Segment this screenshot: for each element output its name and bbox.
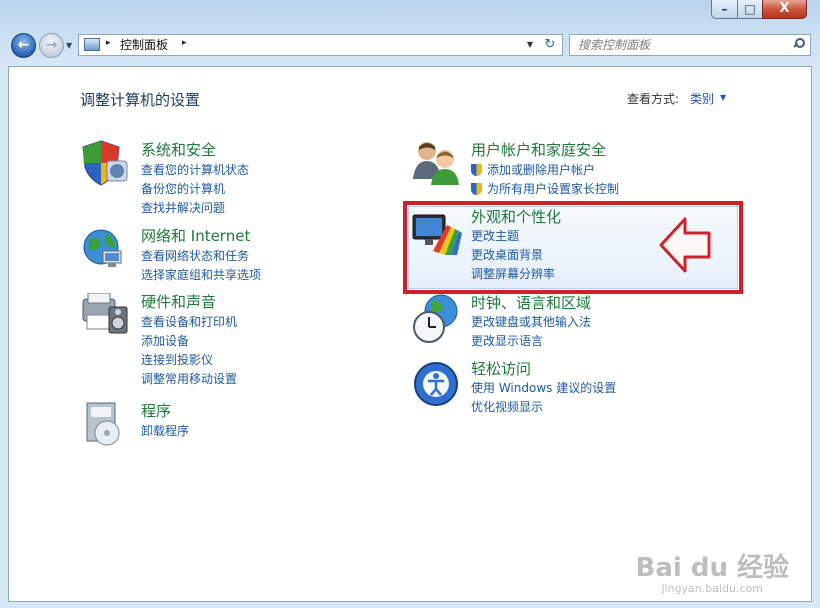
forward-button[interactable]: → bbox=[39, 33, 64, 58]
search-input[interactable]: 搜索控制面板 bbox=[578, 37, 650, 54]
address-bar[interactable]: ▸ 控制面板 ▸ ▼ bbox=[78, 34, 539, 56]
printer-speaker-icon bbox=[82, 293, 128, 334]
address-history-dropdown-icon[interactable]: ▼ bbox=[527, 40, 533, 49]
link-devices-printers[interactable]: 查看设备和打印机 bbox=[141, 314, 237, 330]
search-box[interactable]: 搜索控制面板 bbox=[569, 34, 811, 56]
users-icon bbox=[413, 142, 459, 185]
breadcrumb-control-panel[interactable]: 控制面板 bbox=[120, 37, 168, 54]
forward-arrow-icon: → bbox=[45, 37, 58, 53]
back-button[interactable]: ← bbox=[11, 33, 36, 58]
watermark-logo-text: Bai du 经验 bbox=[635, 553, 790, 583]
control-panel-small-icon bbox=[84, 38, 100, 51]
programs-icon bbox=[86, 402, 120, 446]
uac-shield-icon bbox=[471, 164, 482, 176]
clock-globe-icon bbox=[413, 294, 458, 343]
watermark-url: jingyan.baidu.com bbox=[661, 582, 763, 595]
category-title-programs[interactable]: 程序 bbox=[141, 402, 171, 421]
link-uninstall-program[interactable]: 卸载程序 bbox=[141, 423, 189, 439]
refresh-icon: ↻ bbox=[544, 37, 556, 52]
link-windows-recommended-settings[interactable]: 使用 Windows 建议的设置 bbox=[471, 380, 616, 396]
link-optimize-visual-display[interactable]: 优化视频显示 bbox=[471, 399, 543, 415]
link-homegroup-sharing[interactable]: 选择家庭组和共享选项 bbox=[141, 267, 261, 283]
category-title-clock-language[interactable]: 时钟、语言和区域 bbox=[471, 294, 591, 313]
content-pane: 调整计算机的设置 查看方式: 类别 ▼ 系统和安全 查看您的计算机状态 备份您的… bbox=[8, 66, 812, 602]
network-globe-icon bbox=[83, 229, 122, 267]
category-title-user-accounts[interactable]: 用户帐户和家庭安全 bbox=[471, 141, 606, 160]
back-arrow-icon: ← bbox=[17, 37, 30, 53]
red-arrow-annotation-icon bbox=[659, 217, 711, 273]
link-add-device[interactable]: 添加设备 bbox=[141, 333, 189, 349]
shield-icon bbox=[82, 140, 128, 186]
category-title-ease-of-access[interactable]: 轻松访问 bbox=[471, 360, 531, 379]
category-title-hardware-sound[interactable]: 硬件和声音 bbox=[141, 293, 216, 312]
link-text: 添加或删除用户帐户 bbox=[487, 163, 596, 177]
close-icon: X bbox=[779, 1, 790, 16]
page-title: 调整计算机的设置 bbox=[80, 91, 201, 109]
link-view-computer-status[interactable]: 查看您的计算机状态 bbox=[141, 162, 249, 178]
recent-pages-dropdown-icon[interactable]: ▼ bbox=[66, 41, 72, 50]
category-title-system-security[interactable]: 系统和安全 bbox=[141, 141, 216, 160]
breadcrumb-separator-icon[interactable]: ▸ bbox=[106, 38, 111, 48]
baidu-jingyan-watermark: Bai du 经验 jingyan.baidu.com bbox=[636, 554, 790, 595]
search-icon[interactable] bbox=[793, 38, 805, 48]
link-connect-projector[interactable]: 连接到投影仪 bbox=[141, 352, 213, 368]
link-parental-controls[interactable]: 为所有用户设置家长控制 bbox=[471, 181, 619, 197]
minimize-icon: – bbox=[721, 2, 728, 16]
link-add-remove-accounts[interactable]: 添加或删除用户帐户 bbox=[471, 162, 595, 178]
control-panel-window: – □ X ← → ▼ ▸ 控制面板 ▸ ▼ ↻ 搜索控制面板 调整计算机的设置… bbox=[0, 0, 820, 608]
link-change-display-language[interactable]: 更改显示语言 bbox=[471, 333, 543, 349]
uac-shield-icon bbox=[471, 183, 482, 195]
refresh-button[interactable]: ↻ bbox=[538, 34, 563, 56]
minimize-button[interactable]: – bbox=[711, 0, 738, 19]
close-button[interactable]: X bbox=[762, 0, 807, 19]
link-view-network-status[interactable]: 查看网络状态和任务 bbox=[141, 248, 249, 264]
link-change-keyboard[interactable]: 更改键盘或其他输入法 bbox=[471, 314, 591, 330]
ease-of-access-icon bbox=[414, 362, 458, 406]
link-text: 为所有用户设置家长控制 bbox=[487, 182, 620, 196]
maximize-button[interactable]: □ bbox=[737, 0, 763, 19]
view-by-label: 查看方式: bbox=[627, 92, 680, 106]
category-title-network-internet[interactable]: 网络和 Internet bbox=[141, 227, 250, 246]
view-by-chevron-down-icon[interactable]: ▼ bbox=[720, 93, 726, 102]
maximize-icon: □ bbox=[744, 2, 756, 16]
link-mobility-settings[interactable]: 调整常用移动设置 bbox=[141, 371, 237, 387]
breadcrumb-separator-icon[interactable]: ▸ bbox=[182, 38, 187, 48]
link-backup-computer[interactable]: 备份您的计算机 bbox=[141, 181, 225, 197]
view-by-dropdown[interactable]: 类别 bbox=[690, 90, 714, 107]
link-troubleshoot[interactable]: 查找并解决问题 bbox=[141, 200, 225, 216]
